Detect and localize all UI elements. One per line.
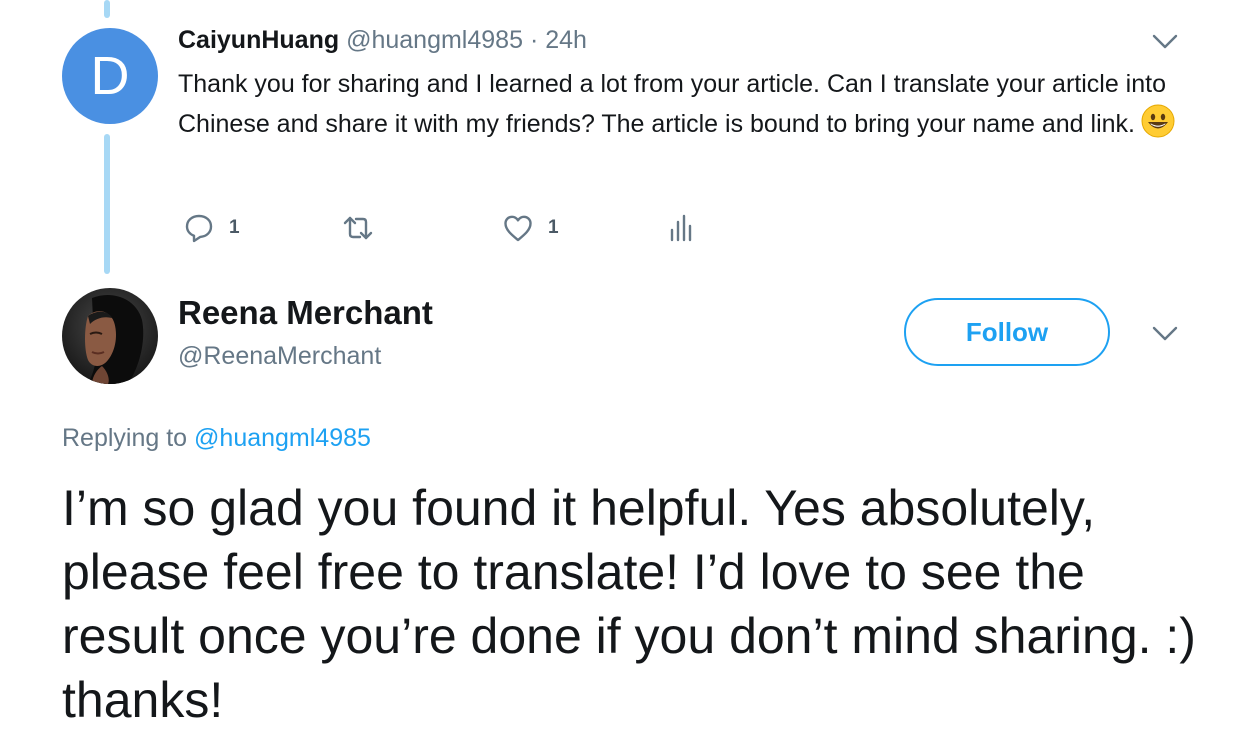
grinning-face-icon <box>1141 104 1175 138</box>
avatar[interactable] <box>62 288 158 384</box>
author-handle[interactable]: @huangml4985 <box>346 26 523 54</box>
replying-to: Replying to @huangml4985 <box>62 424 371 453</box>
replying-handle-link[interactable]: @huangml4985 <box>194 424 371 452</box>
replying-prefix: Replying to <box>62 424 188 452</box>
author-handle[interactable]: @ReenaMerchant <box>178 342 381 371</box>
tweet-text: I’m so glad you found it helpful. Yes ab… <box>62 480 1196 728</box>
like-count: 1 <box>548 217 559 238</box>
profile-photo <box>62 288 158 384</box>
tweet-body: Thank you for sharing and I learned a lo… <box>178 70 1166 138</box>
reply-count: 1 <box>229 217 240 238</box>
separator: · <box>529 26 539 54</box>
retweet-icon <box>343 216 373 240</box>
heart-icon <box>504 215 532 242</box>
analytics-icon <box>670 214 692 242</box>
author-name[interactable]: CaiyunHuang <box>178 26 339 54</box>
author-name[interactable]: Reena Merchant <box>178 294 433 332</box>
like-action[interactable]: 1 <box>502 212 559 244</box>
tweet-header: CaiyunHuang @huangml4985 · 24h <box>178 26 587 55</box>
tweet-time[interactable]: 24h <box>545 26 587 54</box>
retweet-action[interactable] <box>342 212 374 244</box>
reply-action[interactable]: 1 <box>183 212 240 244</box>
reply-icon <box>185 214 213 243</box>
analytics-action[interactable] <box>664 212 696 244</box>
avatar[interactable]: D <box>62 28 158 124</box>
tweet-text: Thank you for sharing and I learned a lo… <box>178 64 1178 144</box>
avatar-letter: D <box>90 46 130 106</box>
follow-button[interactable]: Follow <box>904 298 1110 366</box>
chevron-down-icon[interactable] <box>1152 34 1178 50</box>
thread-line-bottom <box>104 134 110 274</box>
chevron-down-icon[interactable] <box>1152 326 1178 342</box>
thread-line-top <box>104 0 110 18</box>
